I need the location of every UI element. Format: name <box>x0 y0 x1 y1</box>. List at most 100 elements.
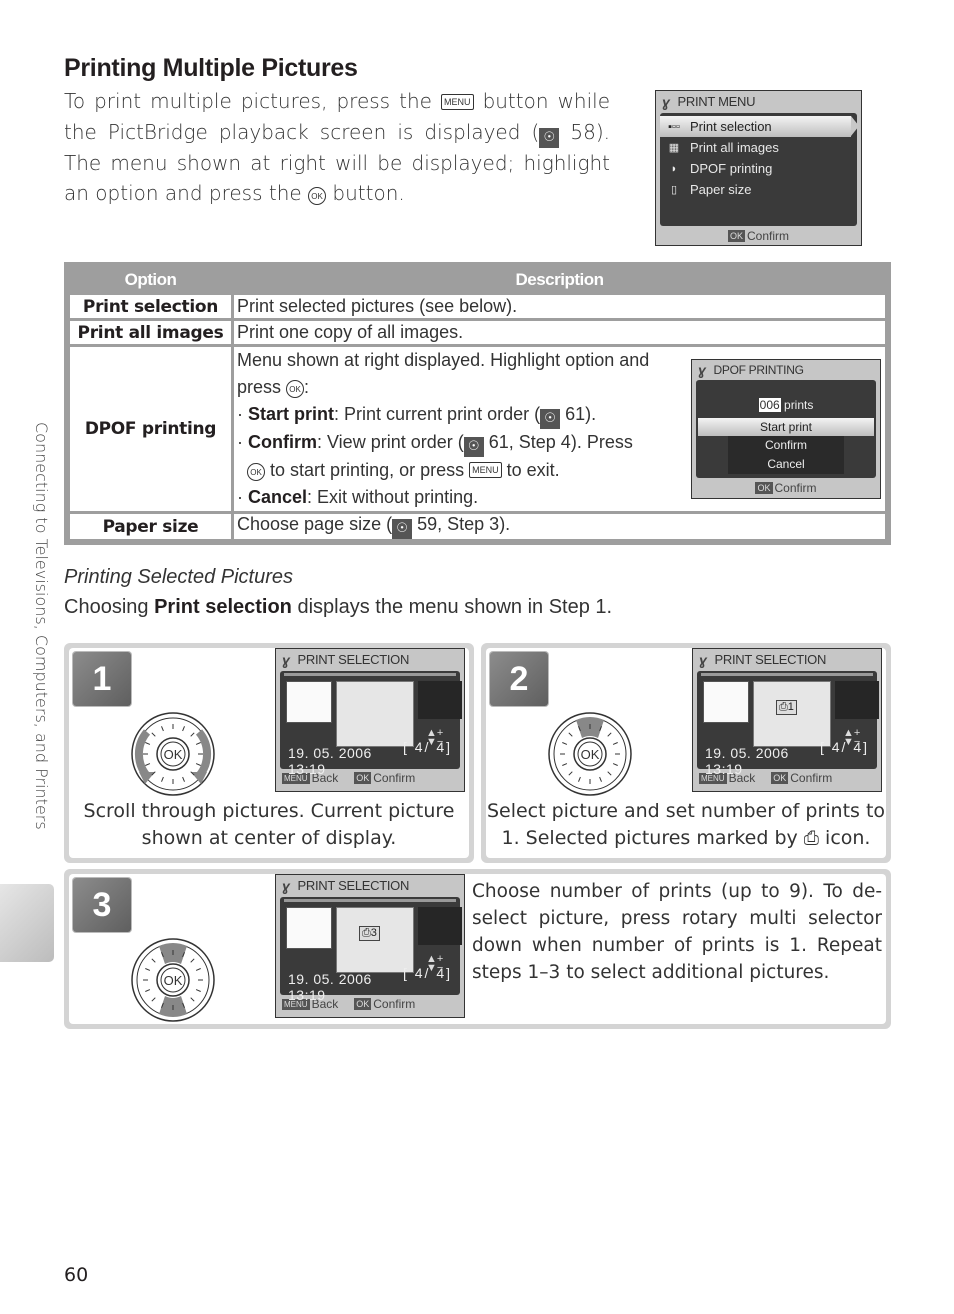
option-cell: Print selection <box>70 295 231 318</box>
desc-text: to start printing, or press <box>270 460 465 480</box>
picture-browser: ▲+ ▼− 19. 05. 2006 13:19[ 4/ 4] <box>280 671 462 777</box>
picture-datetime: 19. 05. 2006 13:19 <box>705 745 789 777</box>
step-number-badge: 2 <box>490 652 548 706</box>
camera-mode-icon: ɣ <box>282 878 290 894</box>
thumbnail-previous[interactable] <box>286 681 332 723</box>
print-count: 006 prints <box>696 380 876 418</box>
thumbnail-next[interactable] <box>418 907 462 945</box>
menu-item-label: Paper size <box>690 182 752 197</box>
page-reference: 59, Step 3 <box>417 514 500 534</box>
scroll-bar[interactable] <box>701 673 873 676</box>
menu-list: ▪▫▫ Print selection ▦ Print all images ◗ DP… <box>660 113 859 226</box>
desc-text: ). <box>499 514 511 534</box>
desc-text: ). Press <box>570 432 633 452</box>
subsection-title: Printing Selected Pictures <box>64 566 294 588</box>
step-description: Scroll through pictures. Current picture… <box>83 800 455 849</box>
picture-counter: [ 4/ 4] <box>402 739 452 755</box>
desc-text: : <box>304 377 310 397</box>
picture-counter: [ 4/ 4] <box>402 965 452 981</box>
page-reference: 58 <box>570 119 596 144</box>
step-number-badge: 1 <box>73 652 131 706</box>
camera-mode-icon: ɣ <box>282 652 290 668</box>
options-table: Option Description Print selection Print… <box>64 262 891 545</box>
menu-item-dpof-printing[interactable]: ◗ DPOF printing <box>660 158 857 179</box>
print-order-icon: ⎙ <box>803 827 819 849</box>
print-selection-screen: ɣ PRINT SELECTION ⎙1 ▲+ ▼− 19. 05. 2006 13:19[… <box>692 648 882 792</box>
dpof-description: Menu shown at right displayed. Highlight… <box>237 350 650 507</box>
menu-item-label: Print all images <box>690 140 779 155</box>
table-row: DPOF printing Menu shown at right displa… <box>70 347 885 511</box>
bullet-term: Start print <box>248 404 335 424</box>
screen-footer: OK Confirm <box>656 226 861 245</box>
option-cell: DPOF printing <box>70 347 231 511</box>
picture-browser: ⎙1 ▲+ ▼− 19. 05. 2006 13:19[ 4/ 4] <box>697 671 879 777</box>
eye-reference-icon: ☉ <box>463 437 484 457</box>
subsection-text: Choosing Print selection displays the me… <box>64 596 612 619</box>
step-2: 2 OK ɣ PRINT SELECTION ⎙1 ▲+ ▼− 19. 05. 2006 13:… <box>481 643 891 863</box>
ok-badge-icon: OK <box>727 230 745 242</box>
screen-title: PRINT SELECTION <box>714 652 827 667</box>
eye-reference-icon: ☉ <box>539 127 560 148</box>
chapter-tab <box>0 884 54 962</box>
step-description: Select picture and set number of prints … <box>486 800 886 849</box>
bold-text: Print selection <box>154 596 292 618</box>
selector-diagram: OK <box>546 710 634 802</box>
text: Choosing <box>64 596 149 618</box>
picture-datetime: 19. 05. 2006 13:19 <box>288 745 372 777</box>
menu-item-paper-size[interactable]: ▯ Paper size <box>660 179 857 200</box>
confirm-label: Confirm <box>373 771 416 785</box>
print-order-mark: ⎙3 <box>359 926 380 941</box>
picture-counter: [ 4/ 4] <box>819 739 869 755</box>
thumbnail-previous[interactable] <box>703 681 749 723</box>
thumbnail-previous[interactable] <box>286 907 332 949</box>
chapter-sidebar-label: Connecting to Televisions, Computers, an… <box>32 422 51 830</box>
selector-diagram: OK <box>129 710 217 802</box>
ok-button-icon: OK <box>247 463 266 481</box>
table-row: Paper size Choose page size (☉ 59, Step … <box>70 514 885 539</box>
thumbnail-current[interactable] <box>336 681 414 747</box>
thumbnail-current[interactable]: ⎙3 <box>336 907 414 973</box>
scroll-bar[interactable] <box>284 673 456 676</box>
option-cell: Paper size <box>70 514 231 539</box>
description-cell: Choose page size (☉ 59, Step 3). <box>234 514 885 539</box>
ok-label: OK <box>164 973 183 988</box>
description-cell: Print selected pictures (see below). <box>234 295 885 318</box>
ok-badge-icon: OK <box>755 482 773 494</box>
page-reference: 61 <box>565 404 586 424</box>
description-cell: Print one copy of all images. <box>234 321 885 344</box>
ok-button-icon: OK <box>286 380 305 398</box>
menu-button-icon: MENU <box>469 462 502 478</box>
print-selection-icon: ▪▫▫ <box>668 120 680 133</box>
dpof-option-confirm[interactable]: Confirm <box>728 436 844 455</box>
menu-item-print-all-images[interactable]: ▦ Print all images <box>660 137 857 158</box>
thumbnail-current[interactable]: ⎙1 <box>753 681 831 747</box>
table-row: Print all images Print one copy of all i… <box>70 321 885 344</box>
menu-item-print-selection[interactable]: ▪▫▫ Print selection <box>660 116 859 137</box>
print-selection-screen: ɣ PRINT SELECTION ▲+ ▼− 19. 05. 2006 13:19[ 4… <box>275 648 465 792</box>
intro-text: button. <box>332 181 405 205</box>
menu-item-label: Print selection <box>690 119 772 134</box>
footer-label: Confirm <box>747 229 790 243</box>
screen-title: PRINT SELECTION <box>297 878 410 893</box>
step-3: 3 OK ɣ PRINT SELECTION ⎙3 ▲+ ▼− 19. 05. 2006 13:… <box>64 869 891 1029</box>
menu-item-label: DPOF printing <box>690 161 773 176</box>
menu-button-icon: MENU <box>441 94 474 110</box>
thumbnail-next[interactable] <box>418 681 462 719</box>
dpof-option-cancel[interactable]: Cancel <box>728 455 844 474</box>
rotary-multi-selector-icon: OK <box>548 712 632 796</box>
page-number: 60 <box>64 1264 89 1286</box>
step-number-badge: 3 <box>73 878 131 932</box>
desc-text: to exit. <box>506 460 560 480</box>
dpof-option-start-print[interactable]: Start print <box>698 418 874 436</box>
eye-reference-icon: ☉ <box>392 519 413 539</box>
bullet-term: Confirm <box>248 432 317 452</box>
picture-datetime: 19. 05. 2006 13:19 <box>288 971 372 1003</box>
scroll-bar[interactable] <box>284 899 456 902</box>
page-title: Printing Multiple Pictures <box>64 54 358 82</box>
camera-mode-icon: ɣ <box>699 652 707 668</box>
desc-text: : View print order ( <box>317 432 464 452</box>
table-header-description: Description <box>234 268 885 292</box>
thumbnail-next[interactable] <box>835 681 879 719</box>
dpof-menu: 006 prints Start print Confirm Cancel <box>696 380 876 478</box>
text: displays the menu shown in Step 1. <box>297 596 613 618</box>
